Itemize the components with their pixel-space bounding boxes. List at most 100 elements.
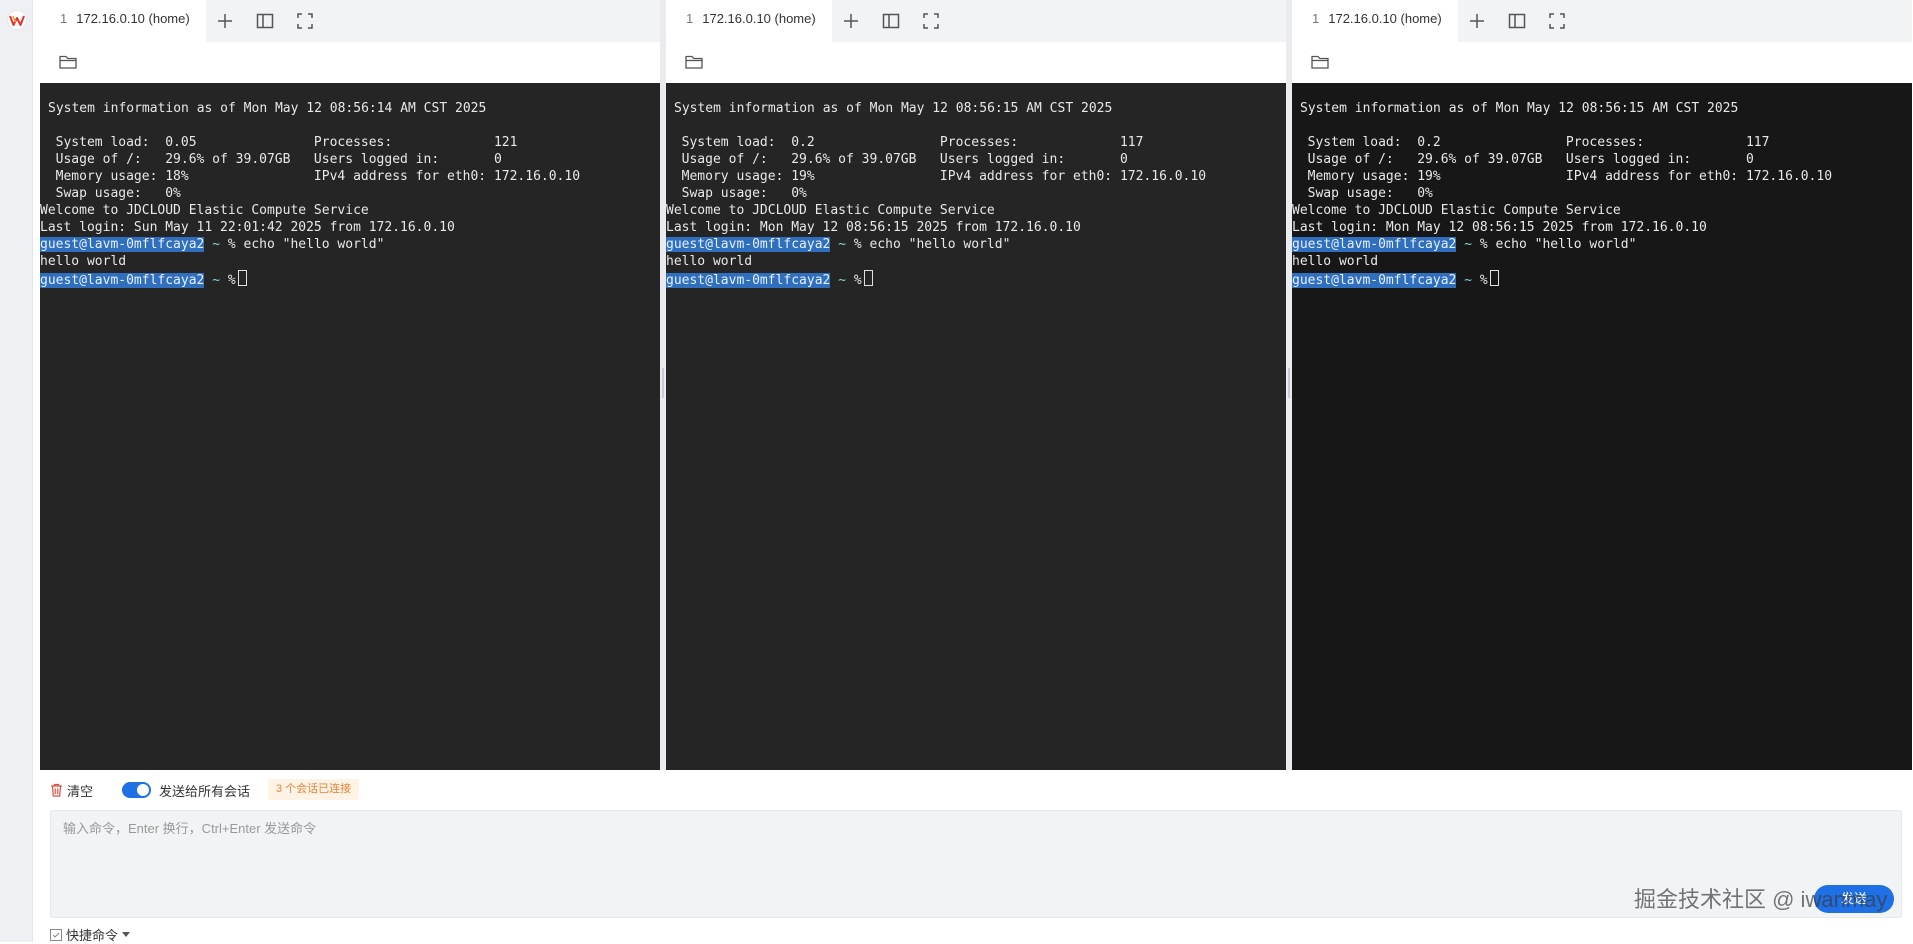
active-prompt-line: guest@lavm-0mflfcaya2 ~ % [40, 270, 660, 288]
terminal-output[interactable]: System information as of Mon May 12 08:5… [1292, 83, 1912, 770]
prompt-symbol: % [853, 237, 862, 252]
fullscreen-icon[interactable] [919, 9, 943, 33]
tab-index: 1 [1312, 11, 1320, 26]
plus-icon[interactable] [1465, 9, 1489, 33]
welcome-line: Welcome to JDCLOUD Elastic Compute Servi… [1292, 203, 1621, 218]
prompt-path: ~ [830, 237, 854, 252]
sysinfo-line: Swap usage: 0% [1292, 186, 1433, 201]
output-line: hello world [1292, 254, 1379, 269]
prompt-path: ~ [830, 273, 854, 288]
command-line: guest@lavm-0mflfcaya2 ~ % echo "hello wo… [666, 236, 1286, 253]
terminal-cursor [1489, 270, 1499, 286]
welcome-line: Welcome to JDCLOUD Elastic Compute Servi… [666, 203, 995, 218]
quick-commands-dropdown[interactable]: 快捷命令 [50, 925, 131, 944]
prompt-symbol: % [1479, 273, 1488, 288]
session-tab[interactable]: 1 172.16.0.10 (home) [40, 0, 206, 42]
sysinfo-line: System load: 0.05 Processes: 121 [40, 135, 518, 150]
prompt-symbol: % [227, 273, 236, 288]
quick-commands-label: 快捷命令 [66, 928, 119, 943]
output-line: hello world [40, 254, 127, 269]
send-button[interactable]: 发送 [1814, 885, 1894, 913]
sysinfo-line: Usage of /: 29.6% of 39.07GB Users logge… [40, 152, 502, 167]
terminal-pane-3: 1 172.16.0.10 (home) System information a… [1292, 0, 1912, 770]
prompt-symbol: % [853, 273, 862, 288]
folder-icon[interactable] [58, 53, 78, 71]
command-input-box [50, 810, 1902, 918]
fullscreen-icon[interactable] [1545, 9, 1569, 33]
command-text: echo "hello world" [861, 237, 1011, 252]
sysinfo-header: System information as of Mon May 12 08:5… [48, 101, 487, 116]
prompt-path: ~ [1456, 273, 1480, 288]
sysinfo-line: Memory usage: 18% IPv4 address for eth0:… [40, 169, 581, 184]
prompt-user: guest@lavm-0mflfcaya2 [1292, 273, 1457, 288]
welcome-line: Welcome to JDCLOUD Elastic Compute Servi… [40, 203, 369, 218]
command-line: guest@lavm-0mflfcaya2 ~ % echo "hello wo… [40, 236, 660, 253]
prompt-user: guest@lavm-0mflfcaya2 [40, 273, 205, 288]
sysinfo-line: Usage of /: 29.6% of 39.07GB Users logge… [666, 152, 1128, 167]
prompt-user: guest@lavm-0mflfcaya2 [666, 273, 831, 288]
tab-title: 172.16.0.10 (home) [702, 11, 816, 26]
tab-index: 1 [60, 11, 68, 26]
toggle-knob [137, 784, 149, 796]
terminal-pane-2: 1 172.16.0.10 (home) System information a… [666, 0, 1286, 770]
command-text: echo "hello world" [235, 237, 385, 252]
prompt-user: guest@lavm-0mflfcaya2 [1292, 237, 1457, 252]
sysinfo-line: Memory usage: 19% IPv4 address for eth0:… [666, 169, 1207, 184]
last-login-line: Last login: Mon May 12 08:56:15 2025 fro… [666, 220, 1081, 235]
app-logo-icon[interactable] [7, 10, 27, 30]
pane-tab-bar: 1 172.16.0.10 (home) [40, 0, 660, 42]
last-login-line: Last login: Sun May 11 22:01:42 2025 fro… [40, 220, 455, 235]
checkbox-icon [50, 928, 62, 941]
pane-toolbar [40, 42, 660, 83]
command-input[interactable] [51, 811, 1901, 917]
broadcast-toggle[interactable] [122, 782, 151, 798]
sysinfo-header: System information as of Mon May 12 08:5… [674, 101, 1113, 116]
pane-tab-bar: 1 172.16.0.10 (home) [666, 0, 1286, 42]
tab-title: 172.16.0.10 (home) [76, 11, 190, 26]
sysinfo-header: System information as of Mon May 12 08:5… [1300, 101, 1739, 116]
sysinfo-line: System load: 0.2 Processes: 117 [666, 135, 1144, 150]
terminal-output[interactable]: System information as of Mon May 12 08:5… [40, 83, 660, 770]
terminal-cursor [237, 270, 247, 286]
sysinfo-line: Usage of /: 29.6% of 39.07GB Users logge… [1292, 152, 1754, 167]
prompt-path: ~ [204, 273, 228, 288]
prompt-symbol: % [227, 237, 236, 252]
active-prompt-line: guest@lavm-0mflfcaya2 ~ % [666, 270, 1286, 288]
sysinfo-line: Swap usage: 0% [666, 186, 807, 201]
tab-title: 172.16.0.10 (home) [1328, 11, 1442, 26]
fullscreen-icon[interactable] [293, 9, 317, 33]
split-pane-icon[interactable] [879, 9, 903, 33]
clear-label: 清空 [67, 783, 94, 799]
terminal-cursor [863, 270, 873, 286]
plus-icon[interactable] [839, 9, 863, 33]
sysinfo-line: System load: 0.2 Processes: 117 [1292, 135, 1770, 150]
pane-toolbar [666, 42, 1286, 83]
broadcast-command-panel: 清空 发送给所有会话 3 个会话已连接 发送 掘金技术社区 @ iwanmay … [33, 770, 1913, 944]
active-prompt-line: guest@lavm-0mflfcaya2 ~ % [1292, 270, 1912, 288]
command-controls: 清空 发送给所有会话 3 个会话已连接 [33, 770, 1913, 810]
split-pane-icon[interactable] [1505, 9, 1529, 33]
folder-icon[interactable] [684, 53, 704, 71]
trash-icon [51, 783, 62, 797]
resize-grip [662, 368, 664, 398]
sysinfo-line: Memory usage: 19% IPv4 address for eth0:… [1292, 169, 1833, 184]
clear-button[interactable]: 清空 [50, 781, 93, 799]
tab-index: 1 [686, 11, 694, 26]
output-line: hello world [666, 254, 753, 269]
folder-icon[interactable] [1310, 53, 1330, 71]
terminal-pane-1: 1 172.16.0.10 (home) System information a… [40, 0, 660, 770]
terminal-output[interactable]: System information as of Mon May 12 08:5… [666, 83, 1286, 770]
session-tab[interactable]: 1 172.16.0.10 (home) [666, 0, 832, 42]
plus-icon[interactable] [213, 9, 237, 33]
command-line: guest@lavm-0mflfcaya2 ~ % echo "hello wo… [1292, 236, 1912, 253]
session-tab[interactable]: 1 172.16.0.10 (home) [1292, 0, 1458, 42]
pane-tab-bar: 1 172.16.0.10 (home) [1292, 0, 1912, 42]
split-pane-icon[interactable] [253, 9, 277, 33]
prompt-symbol: % [1479, 237, 1488, 252]
prompt-user: guest@lavm-0mflfcaya2 [666, 237, 831, 252]
broadcast-label: 发送给所有会话 [159, 784, 251, 799]
prompt-user: guest@lavm-0mflfcaya2 [40, 237, 205, 252]
sysinfo-line: Swap usage: 0% [40, 186, 181, 201]
command-text: echo "hello world" [1487, 237, 1637, 252]
left-rail [0, 0, 33, 942]
